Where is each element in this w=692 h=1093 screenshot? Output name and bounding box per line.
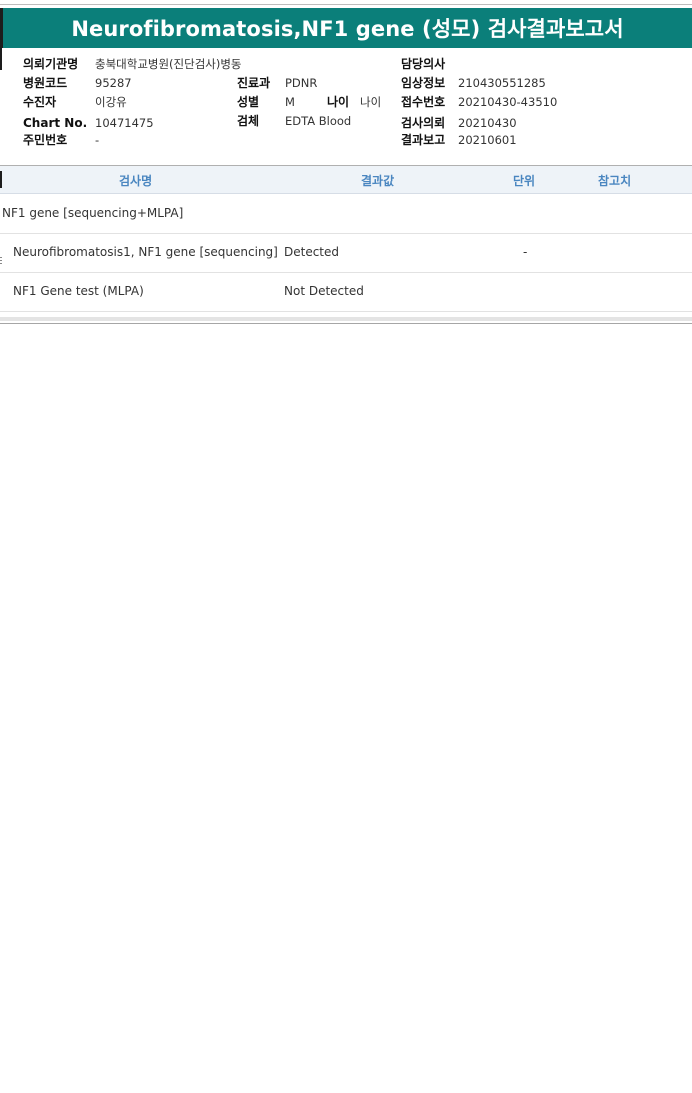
resident-no-value: - xyxy=(95,133,100,147)
institution-label: 의뢰기관명 xyxy=(23,57,79,71)
hospital-code-label: 병원코드 xyxy=(23,76,68,90)
specimen-label: 검체 xyxy=(237,114,260,128)
sex-label: 성별 xyxy=(237,95,260,109)
table-row[interactable]: NF1 gene [sequencing+MLPA] xyxy=(0,194,692,234)
clinical-info-label: 임상정보 xyxy=(401,76,446,90)
clinical-info-value: 210430551285 xyxy=(458,76,546,90)
request-date-value: 20210430 xyxy=(458,116,517,130)
column-header-unit[interactable]: 단위 xyxy=(513,172,535,189)
table-header: 검사명 결과값 단위 참고치 xyxy=(0,166,692,194)
result-cell: Detected xyxy=(284,245,340,259)
test-name-cell: NF1 Gene test (MLPA) xyxy=(13,284,144,298)
test-name-cell: Neurofibromatosis1, NF1 gene [sequencing… xyxy=(13,245,278,259)
table-row[interactable]: Neurofibromatosis1, NF1 gene [sequencing… xyxy=(0,233,692,273)
doctor-label: 담당의사 xyxy=(401,57,446,71)
chart-no-value: 10471475 xyxy=(95,116,154,130)
age-value: 나이 xyxy=(360,95,382,109)
report-title: Neurofibromatosis,NF1 gene (성모) 검사결과보고서 xyxy=(71,17,624,41)
chart-no-label: Chart No. xyxy=(23,116,88,130)
table-row[interactable]: NF1 Gene test (MLPA) Not Detected xyxy=(0,272,692,312)
sex-value: M xyxy=(285,95,295,109)
column-header-test-name[interactable]: 검사명 xyxy=(119,172,152,189)
unit-cell: - xyxy=(523,245,528,259)
result-cell: Not Detected xyxy=(284,284,364,298)
request-date-label: 검사의뢰 xyxy=(401,116,446,130)
specimen-value: EDTA Blood xyxy=(285,114,352,128)
patient-value: 이강유 xyxy=(95,95,127,109)
department-value: PDNR xyxy=(285,76,318,90)
test-name-cell: NF1 gene [sequencing+MLPA] xyxy=(2,206,184,220)
age-label: 나이 xyxy=(327,95,350,109)
hospital-code-value: 95287 xyxy=(95,76,132,90)
table-bottom-border xyxy=(0,323,692,324)
column-header-result[interactable]: 결과값 xyxy=(361,172,394,189)
report-title-bar: Neurofibromatosis,NF1 gene (성모) 검사결과보고서 xyxy=(0,8,692,48)
report-date-value: 20210601 xyxy=(458,133,517,147)
receipt-no-label: 접수번호 xyxy=(401,95,446,109)
department-label: 진료과 xyxy=(237,76,271,90)
resident-no-label: 주민번호 xyxy=(23,133,68,147)
left-edge-marker xyxy=(0,48,2,70)
report-date-label: 결과보고 xyxy=(401,133,446,147)
row-marker xyxy=(0,257,2,265)
table-bottom-band xyxy=(0,317,692,321)
receipt-no-value: 20210430-43510 xyxy=(458,95,558,109)
patient-label: 수진자 xyxy=(23,95,57,109)
top-border xyxy=(0,4,692,5)
column-header-reference[interactable]: 참고치 xyxy=(598,172,631,189)
header-left-marker xyxy=(0,171,2,188)
institution-value: 충북대학교병원(진단검사)병동 xyxy=(95,57,242,71)
